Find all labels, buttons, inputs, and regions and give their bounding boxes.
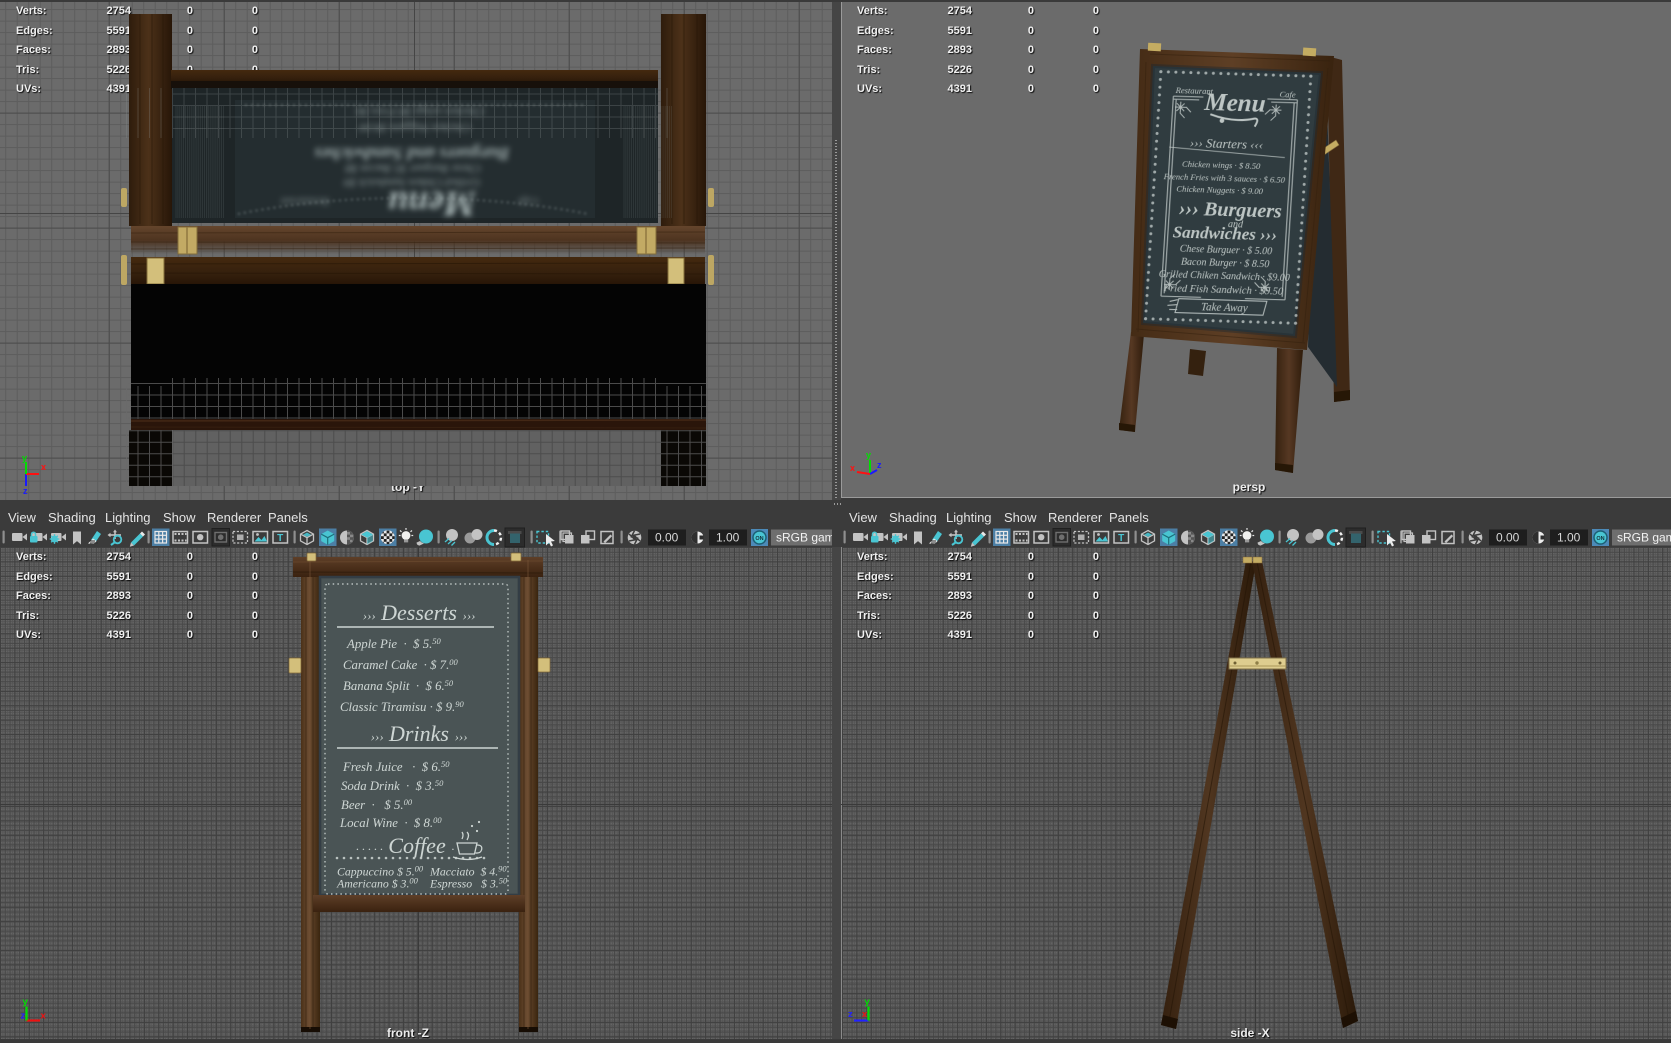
svg-text:Beer · $ 5.00: Beer · $ 5.00 <box>341 797 413 812</box>
svg-text:Classic Tiramisu · $ 9.90: Classic Tiramisu · $ 9.90 <box>340 699 464 714</box>
svg-text:Fresh Juice · $ 6.50: Fresh Juice · $ 6.50 <box>342 759 450 774</box>
svg-text:Espresso $ 3.50: Espresso $ 3.50 <box>429 876 508 891</box>
svg-text:Banana Split · $ 6.50: Banana Split · $ 6.50 <box>343 678 454 693</box>
svg-text:Caramel Cake · $ 7.00: Caramel Cake · $ 7.00 <box>343 657 459 672</box>
svg-text:Soda Drink · $ 3.50: Soda Drink · $ 3.50 <box>341 778 444 793</box>
svg-text:Americano $ 3.00: Americano $ 3.00 <box>336 876 419 891</box>
svg-text:››› Desserts ›››: ››› Desserts ››› <box>363 600 476 625</box>
svg-text:››› Drinks ›››: ››› Drinks ››› <box>371 721 468 746</box>
svg-text:Apple Pie · $ 5.50: Apple Pie · $ 5.50 <box>346 636 442 651</box>
svg-text:Local Wine · $ 8.00: Local Wine · $ 8.00 <box>339 815 442 830</box>
